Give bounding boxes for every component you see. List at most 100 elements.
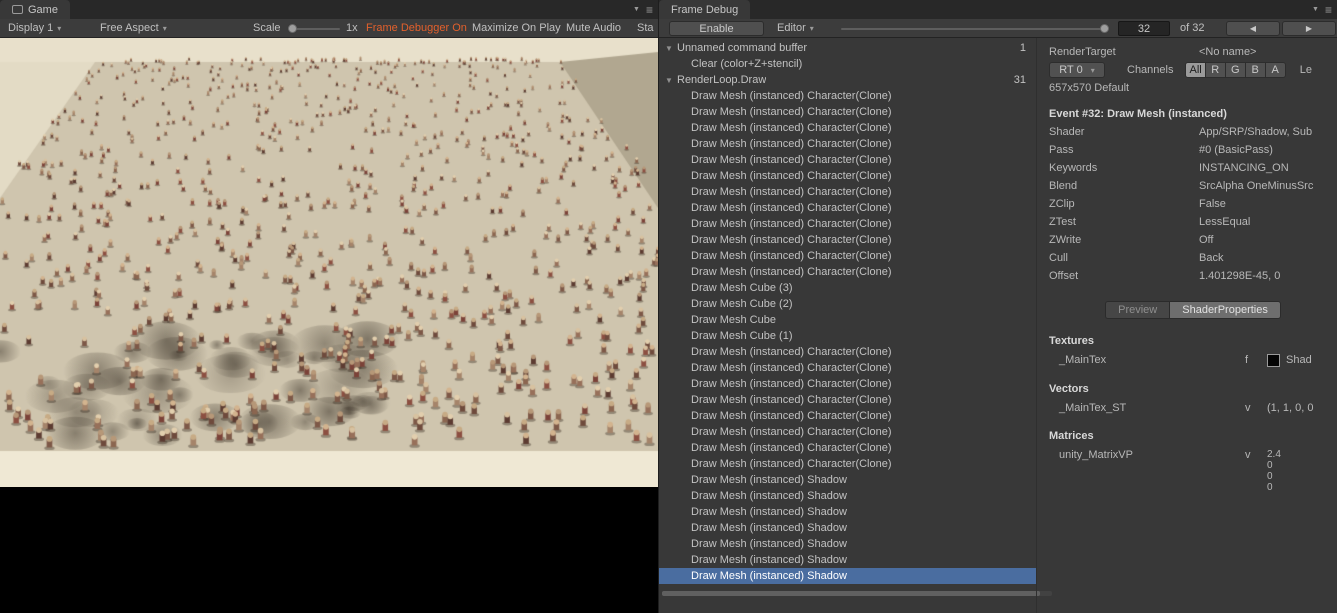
- horizontal-scrollbar[interactable]: [662, 591, 1052, 596]
- prev-event-button[interactable]: ◀: [1226, 21, 1280, 36]
- panel-dropdown-icon[interactable]: ▼: [633, 6, 640, 13]
- frame-event-row[interactable]: Draw Mesh (instanced) Character(Clone): [659, 264, 1036, 280]
- state-value: 1.401298E-45, 0: [1199, 270, 1281, 282]
- frame-event-row[interactable]: Draw Mesh (instanced) Character(Clone): [659, 200, 1036, 216]
- display-dropdown[interactable]: Display 1 ▾: [8, 19, 61, 38]
- tab-shader-properties[interactable]: ShaderProperties: [1169, 301, 1281, 319]
- game-viewport[interactable]: [0, 38, 658, 487]
- frame-event-row[interactable]: Draw Mesh Cube (3): [659, 280, 1036, 296]
- frame-event-row[interactable]: Draw Mesh (instanced) Character(Clone): [659, 456, 1036, 472]
- frame-event-row[interactable]: Draw Mesh (instanced) Shadow: [659, 536, 1036, 552]
- panel-menu-icon[interactable]: ≡: [646, 3, 653, 17]
- frame-event-row[interactable]: Draw Mesh (instanced) Character(Clone): [659, 168, 1036, 184]
- state-value: SrcAlpha OneMinusSrc: [1199, 180, 1314, 192]
- disclosure-triangle-icon[interactable]: ▼: [665, 44, 677, 53]
- chevron-down-icon: ▾: [1090, 65, 1095, 75]
- frame-event-row[interactable]: Draw Mesh Cube: [659, 312, 1036, 328]
- state-key: ZTest: [1049, 216, 1076, 228]
- enable-button[interactable]: Enable: [669, 21, 764, 36]
- frame-event-label: Draw Mesh Cube (1): [691, 330, 793, 342]
- frame-event-row[interactable]: Draw Mesh (instanced) Character(Clone): [659, 184, 1036, 200]
- frame-event-label: Draw Mesh (instanced) Character(Clone): [691, 234, 892, 246]
- frame-event-row[interactable]: Draw Mesh (instanced) Character(Clone): [659, 360, 1036, 376]
- frame-event-label: RenderLoop.Draw: [677, 74, 767, 86]
- maximize-on-play-toggle[interactable]: Maximize On Play: [472, 19, 561, 37]
- frame-event-group-row[interactable]: ▼ RenderLoop.Draw 31: [659, 72, 1036, 88]
- frame-event-row[interactable]: Draw Mesh Cube (1): [659, 328, 1036, 344]
- frame-event-row[interactable]: Draw Mesh Cube (2): [659, 296, 1036, 312]
- frame-event-row[interactable]: Clear (color+Z+stencil): [659, 56, 1036, 72]
- frame-event-count: 1: [1019, 42, 1026, 54]
- rt-select-dropdown[interactable]: RT 0 ▾: [1049, 62, 1105, 78]
- frame-event-row[interactable]: Draw Mesh (instanced) Character(Clone): [659, 408, 1036, 424]
- channel-all-button[interactable]: All: [1185, 62, 1206, 78]
- frame-event-row[interactable]: Draw Mesh (instanced) Shadow: [659, 504, 1036, 520]
- texture-value: Shad: [1286, 354, 1312, 366]
- target-dropdown[interactable]: Editor ▾: [777, 19, 814, 38]
- mute-audio-toggle[interactable]: Mute Audio: [566, 19, 621, 37]
- frame-event-row[interactable]: Draw Mesh (instanced) Shadow: [659, 520, 1036, 536]
- matrix-type: v: [1245, 449, 1251, 461]
- tab-preview[interactable]: Preview: [1105, 301, 1170, 319]
- scrollbar-thumb[interactable]: [662, 591, 1041, 596]
- frame-event-row[interactable]: Draw Mesh (instanced) Character(Clone): [659, 152, 1036, 168]
- state-value: App/SRP/Shadow, Sub: [1199, 126, 1313, 138]
- vector-type: v: [1245, 402, 1251, 414]
- panel-menu-icon[interactable]: ≡: [1325, 3, 1332, 17]
- frame-event-label: Draw Mesh (instanced) Character(Clone): [691, 250, 892, 262]
- frame-event-label: Draw Mesh (instanced) Character(Clone): [691, 458, 892, 470]
- frame-event-row[interactable]: Draw Mesh (instanced) Character(Clone): [659, 136, 1036, 152]
- frame-event-label: Draw Mesh (instanced) Character(Clone): [691, 202, 892, 214]
- frame-event-label: Draw Mesh (instanced) Character(Clone): [691, 394, 892, 406]
- aspect-dropdown[interactable]: Free Aspect ▾: [100, 19, 167, 38]
- game-letterbox: [0, 487, 658, 613]
- frame-event-row[interactable]: Draw Mesh (instanced) Character(Clone): [659, 120, 1036, 136]
- details-tab-group: Preview ShaderProperties: [1049, 301, 1337, 319]
- panel-dropdown-icon[interactable]: ▼: [1312, 6, 1319, 13]
- scale-label: Scale: [253, 22, 281, 34]
- disclosure-triangle-icon[interactable]: ▼: [665, 76, 677, 85]
- state-value: LessEqual: [1199, 216, 1251, 228]
- frame-event-label: Draw Mesh (instanced) Character(Clone): [691, 266, 892, 278]
- frame-event-row[interactable]: Draw Mesh (instanced) Character(Clone): [659, 392, 1036, 408]
- channel-g-button[interactable]: G: [1225, 62, 1246, 78]
- vector-value: (1, 1, 0, 0: [1267, 402, 1314, 414]
- next-event-button[interactable]: ▶: [1282, 21, 1336, 36]
- frame-event-row[interactable]: Draw Mesh (instanced) Shadow: [659, 568, 1036, 584]
- frame-event-row[interactable]: Draw Mesh (instanced) Character(Clone): [659, 88, 1036, 104]
- frame-event-label: Draw Mesh (instanced) Character(Clone): [691, 378, 892, 390]
- shader-state-row: ZWrite Off: [1049, 231, 1337, 249]
- event-slider-handle[interactable]: [1100, 24, 1109, 33]
- frame-debug-toolbar: Enable Editor ▾ 32 of 32 ◀ ▶: [659, 19, 1337, 38]
- tab-game[interactable]: Game: [0, 0, 70, 19]
- scale-slider-handle[interactable]: [288, 24, 297, 33]
- event-slider-track[interactable]: [841, 28, 1107, 30]
- frame-event-row[interactable]: Draw Mesh (instanced) Shadow: [659, 488, 1036, 504]
- state-key: Shader: [1049, 126, 1085, 138]
- frame-event-row[interactable]: Draw Mesh (instanced) Character(Clone): [659, 216, 1036, 232]
- tab-frame-debug[interactable]: Frame Debug: [659, 0, 751, 19]
- frame-event-row[interactable]: Draw Mesh (instanced) Shadow: [659, 552, 1036, 568]
- frame-event-row[interactable]: Draw Mesh (instanced) Character(Clone): [659, 344, 1036, 360]
- channel-a-button[interactable]: A: [1265, 62, 1286, 78]
- frame-event-row[interactable]: Draw Mesh (instanced) Character(Clone): [659, 424, 1036, 440]
- frame-event-row[interactable]: Draw Mesh (instanced) Shadow: [659, 472, 1036, 488]
- frame-event-group-row[interactable]: ▼ Unnamed command buffer 1: [659, 40, 1036, 56]
- event-number-field[interactable]: 32: [1118, 21, 1170, 36]
- channel-b-button[interactable]: B: [1245, 62, 1266, 78]
- frame-event-row[interactable]: Draw Mesh (instanced) Character(Clone): [659, 232, 1036, 248]
- unity-editor-window: Game ▼ ≡ Display 1 ▾ Free Aspect ▾ Scale 1…: [0, 0, 1337, 613]
- frame-debug-panel: Frame Debug ▼ ≡ Enable Editor ▾ 32 of 32 …: [658, 0, 1337, 613]
- state-key: ZClip: [1049, 198, 1075, 210]
- frame-debugger-on-button[interactable]: Frame Debugger On: [366, 19, 467, 37]
- frame-event-row[interactable]: Draw Mesh (instanced) Character(Clone): [659, 440, 1036, 456]
- frame-event-row[interactable]: Draw Mesh (instanced) Character(Clone): [659, 248, 1036, 264]
- stats-toggle[interactable]: Sta: [637, 19, 654, 37]
- channel-r-button[interactable]: R: [1205, 62, 1226, 78]
- matrix-name: unity_MatrixVP: [1059, 449, 1133, 461]
- game-tabstrip: Game ▼ ≡: [0, 0, 658, 19]
- shader-state-row: Offset 1.401298E-45, 0: [1049, 267, 1337, 285]
- texture-type: f: [1245, 354, 1249, 366]
- frame-event-row[interactable]: Draw Mesh (instanced) Character(Clone): [659, 376, 1036, 392]
- frame-event-row[interactable]: Draw Mesh (instanced) Character(Clone): [659, 104, 1036, 120]
